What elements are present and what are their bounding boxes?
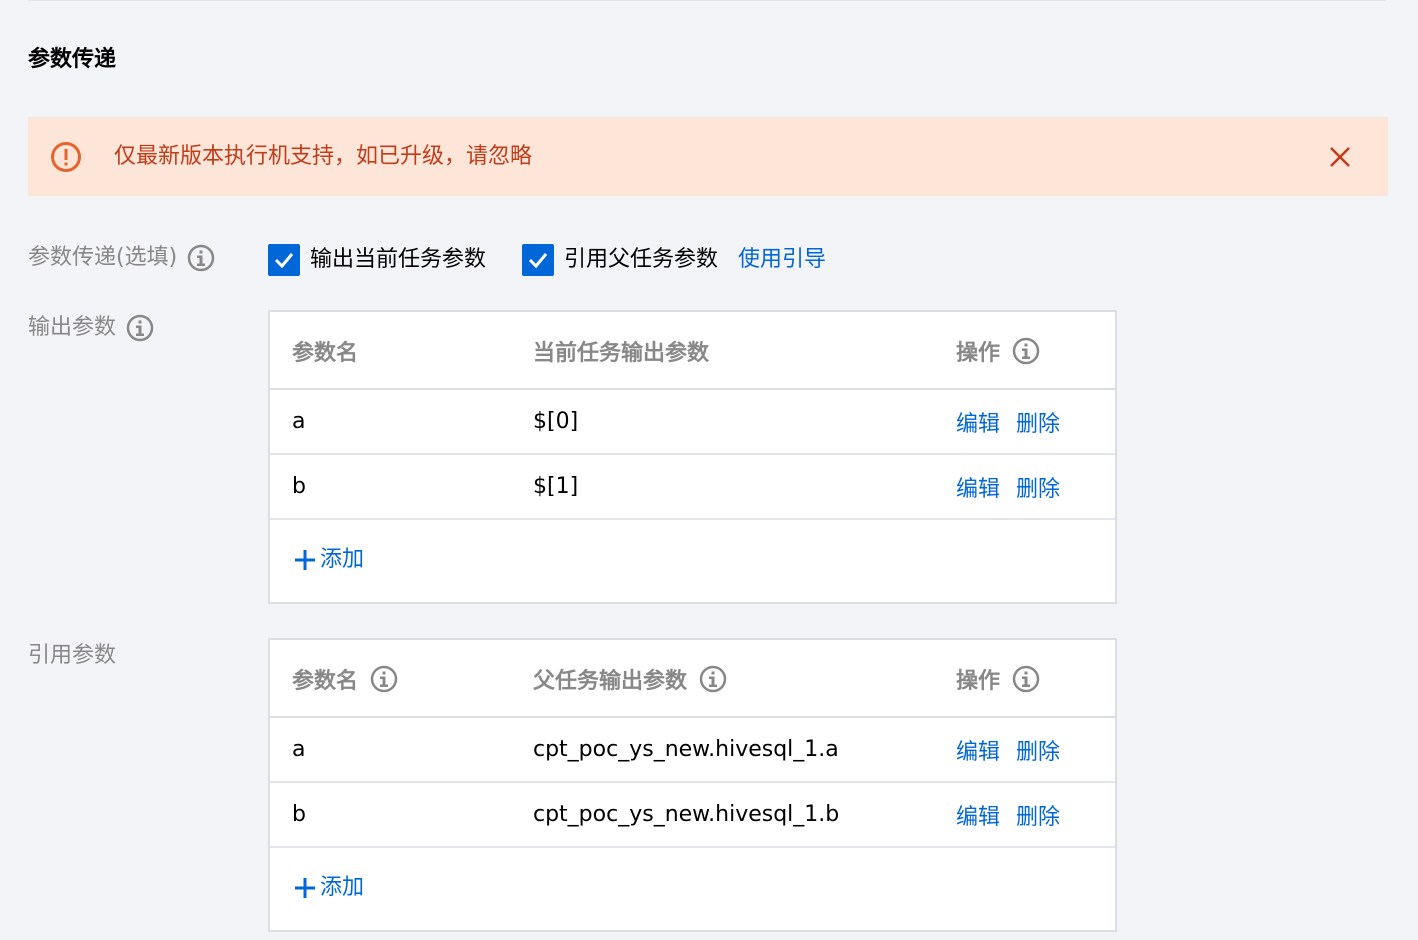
- column-header-name-text: 参数名: [292, 669, 359, 694]
- param-value-cell: cpt_poc_ys_new.hivesql_1.b: [533, 802, 840, 827]
- output-params-table: 参数名 当前任务输出参数 操作 a $[0] 编辑 删除 b $[1] 编辑 删…: [268, 310, 1117, 604]
- edit-button[interactable]: 编辑: [956, 799, 1000, 831]
- column-header-value: 父任务输出参数: [533, 640, 727, 718]
- warning-circle-icon: [51, 142, 81, 172]
- plus-icon: [295, 878, 315, 898]
- column-header-value: 当前任务输出参数: [533, 312, 709, 390]
- ref-params-table: 参数名 父任务输出参数 操作 a cpt_poc_ys_new.hivesql_…: [268, 638, 1117, 932]
- column-header-name-text: 参数名: [292, 341, 359, 366]
- alert-message: 仅最新版本执行机支持，如已升级，请忽略: [114, 144, 533, 169]
- ref-params-label: 引用参数: [28, 640, 116, 672]
- plus-icon: [295, 550, 315, 570]
- column-header-value-text: 父任务输出参数: [533, 669, 688, 694]
- param-value-cell: $[1]: [533, 474, 579, 499]
- row-actions: 编辑 删除: [956, 455, 1060, 518]
- column-header-name: 参数名: [292, 312, 358, 390]
- table-header: 参数名 当前任务输出参数 操作: [270, 312, 1115, 390]
- checkmark-icon: [274, 253, 294, 269]
- column-header-value-text: 当前任务输出参数: [533, 341, 710, 366]
- warning-alert: 仅最新版本执行机支持，如已升级，请忽略: [28, 117, 1388, 196]
- column-header-ops-text: 操作: [956, 341, 1001, 366]
- param-passing-options: 输出当前任务参数 引用父任务参数 使用引导: [268, 242, 826, 278]
- reference-params-checkbox[interactable]: [522, 244, 555, 276]
- param-passing-label: 参数传递(选填): [28, 242, 215, 274]
- output-params-label-text: 输出参数: [28, 315, 117, 340]
- row-actions: 编辑 删除: [956, 718, 1060, 781]
- delete-button[interactable]: 删除: [1016, 406, 1060, 438]
- table-row: b cpt_poc_ys_new.hivesql_1.b 编辑 删除: [270, 783, 1115, 848]
- table-row: b $[1] 编辑 删除: [270, 455, 1115, 520]
- output-params-checkbox[interactable]: [268, 244, 300, 276]
- section-title: 参数传递: [28, 47, 117, 72]
- info-icon[interactable]: [187, 244, 215, 272]
- param-passing-label-text: 参数传递(选填): [28, 245, 178, 270]
- table-row: a $[0] 编辑 删除: [270, 390, 1115, 455]
- info-icon[interactable]: [126, 314, 154, 342]
- edit-button[interactable]: 编辑: [956, 406, 1000, 438]
- info-icon[interactable]: [1012, 665, 1040, 693]
- param-value-cell: cpt_poc_ys_new.hivesql_1.a: [533, 737, 839, 762]
- param-name-cell: a: [292, 737, 306, 762]
- output-params-checkbox-label[interactable]: 输出当前任务参数: [310, 244, 486, 276]
- add-output-param-button[interactable]: 添加: [294, 544, 364, 576]
- row-actions: 编辑 删除: [956, 783, 1060, 846]
- column-header-ops: 操作: [956, 640, 1040, 718]
- reference-params-checkbox-label[interactable]: 引用父任务参数: [564, 244, 718, 276]
- usage-guide-link[interactable]: 使用引导: [738, 244, 826, 276]
- info-icon[interactable]: [370, 665, 398, 693]
- column-header-ops-text: 操作: [956, 669, 1001, 694]
- add-button-label: 添加: [320, 875, 365, 900]
- checkmark-icon: [528, 253, 548, 269]
- row-actions: 编辑 删除: [956, 390, 1060, 453]
- delete-button[interactable]: 删除: [1016, 799, 1060, 831]
- info-icon[interactable]: [699, 665, 727, 693]
- add-ref-param-button[interactable]: 添加: [294, 872, 364, 904]
- param-name-cell: b: [292, 802, 306, 827]
- column-header-name: 参数名: [292, 640, 398, 718]
- delete-button[interactable]: 删除: [1016, 471, 1060, 503]
- param-name-cell: b: [292, 474, 306, 499]
- table-footer: 添加: [270, 520, 1115, 602]
- param-value-cell: $[0]: [533, 409, 579, 434]
- delete-button[interactable]: 删除: [1016, 734, 1060, 766]
- edit-button[interactable]: 编辑: [956, 471, 1000, 503]
- close-icon[interactable]: [1326, 143, 1354, 171]
- info-icon[interactable]: [1012, 337, 1040, 365]
- table-header: 参数名 父任务输出参数 操作: [270, 640, 1115, 718]
- table-row: a cpt_poc_ys_new.hivesql_1.a 编辑 删除: [270, 718, 1115, 783]
- table-footer: 添加: [270, 848, 1115, 930]
- edit-button[interactable]: 编辑: [956, 734, 1000, 766]
- column-header-ops: 操作: [956, 312, 1040, 390]
- output-params-label: 输出参数: [28, 312, 154, 344]
- param-name-cell: a: [292, 409, 306, 434]
- ref-params-label-text: 引用参数: [28, 643, 117, 668]
- top-divider: [28, 0, 1386, 1]
- add-button-label: 添加: [320, 547, 365, 572]
